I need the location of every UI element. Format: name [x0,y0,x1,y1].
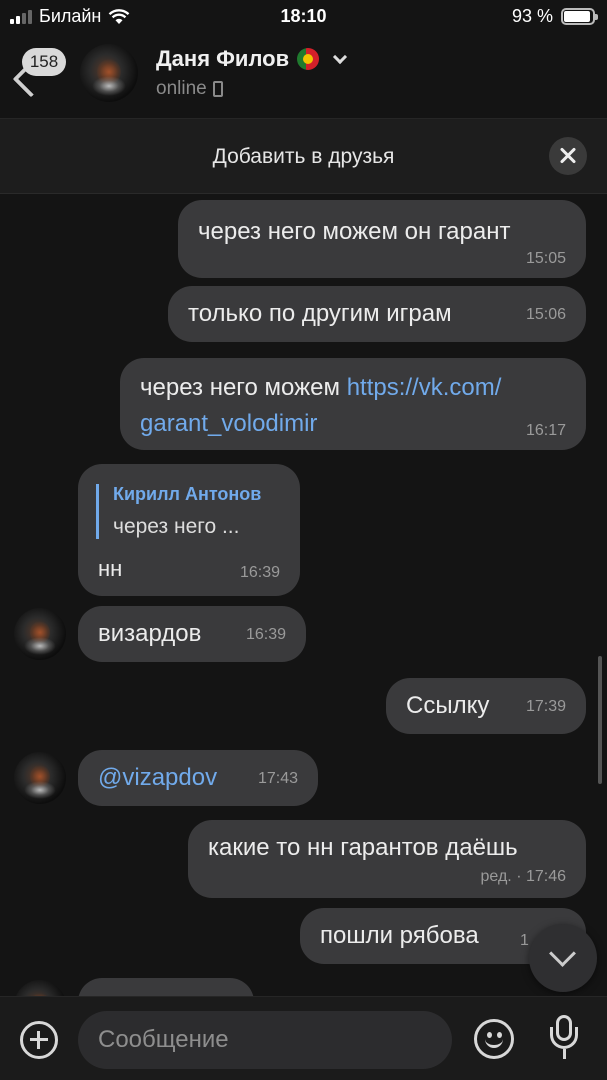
portugal-flag-icon [297,48,320,70]
message-time: 16:39 [239,564,280,581]
status-right: 93 % [511,6,598,27]
back-button[interactable]: 158 [12,48,68,104]
message-text: нн [98,556,123,581]
message-text: через него можем он гарант [198,218,511,245]
microphone-icon[interactable] [548,1015,582,1061]
mobile-phone-icon [212,81,223,97]
online-status-text: online [156,78,207,99]
message-text: визардов [98,620,202,647]
message-out[interactable]: через него можем https://vk.com/ garant_… [120,358,586,450]
message-in-partial[interactable] [78,978,254,996]
message-text: только по другим играм [188,300,452,327]
add-friend-button[interactable]: Добавить в друзья [0,145,607,169]
message-out[interactable]: Ссылку 17:39 [386,678,586,734]
mention-link[interactable]: @vizapdov [98,764,217,792]
message-composer [0,996,607,1080]
message-time: 1 [520,932,529,949]
unread-badge: 158 [22,48,66,76]
message-in[interactable]: визардов 16:39 [78,606,306,662]
quote-author: Кирилл Антонов [113,484,262,504]
message-out[interactable]: только по другим играм 15:06 [168,286,586,342]
message-time: 16:17 [525,422,566,439]
message-out[interactable]: какие то нн гарантов даёшь ред. · 17:46 [188,820,586,898]
plus-icon[interactable] [20,1021,58,1059]
message-out[interactable]: через него можем он гарант 15:05 [178,200,586,278]
message-text: через него можем [140,374,347,401]
battery-icon [561,8,598,25]
reply-quote[interactable]: Кирилл Антонов через него ... [96,484,261,539]
contact-name-text: Даня Филов [156,46,290,71]
smile-icon[interactable] [474,1019,514,1059]
chat-header: 158 Даня Филов online [0,34,607,118]
message-text: пошли рябова [320,922,479,949]
message-in[interactable]: Кирилл Антонов через него ... нн 16:39 [78,464,300,596]
message-list[interactable]: через него можем он гарант 15:05 только … [0,194,607,996]
message-time: 17:43 [257,770,298,787]
message-time: 15:06 [525,306,566,323]
scroll-down-button[interactable] [529,924,597,992]
status-bar: Билайн 18:10 93 % [0,0,607,34]
avatar[interactable] [14,980,66,996]
battery-level [564,11,591,22]
message-time: 16:39 [245,626,286,643]
chevron-down-icon [333,49,348,65]
message-in[interactable]: @vizapdov 17:43 [78,750,318,806]
battery-percent: 93 % [511,6,553,26]
message-time: 15:05 [525,250,566,267]
avatar[interactable] [80,44,138,102]
scrollbar[interactable] [598,656,602,784]
message-time: 17:39 [525,698,566,715]
avatar[interactable] [14,608,66,660]
avatar[interactable] [14,752,66,804]
contact-name[interactable]: Даня Филов [156,46,348,72]
close-icon[interactable] [549,137,587,175]
message-time: ред. · 17:46 [480,868,566,885]
message-link[interactable]: https://vk.com/ [347,374,502,401]
online-status: online [156,78,223,100]
quote-text: через него ... [113,515,240,538]
add-friend-bar: Добавить в друзья [0,118,607,194]
message-input[interactable] [78,1011,452,1069]
message-text: какие то нн гарантов даёшь [208,834,518,861]
message-text: Ссылку [406,692,490,719]
message-link[interactable]: garant_volodimir [140,410,317,437]
